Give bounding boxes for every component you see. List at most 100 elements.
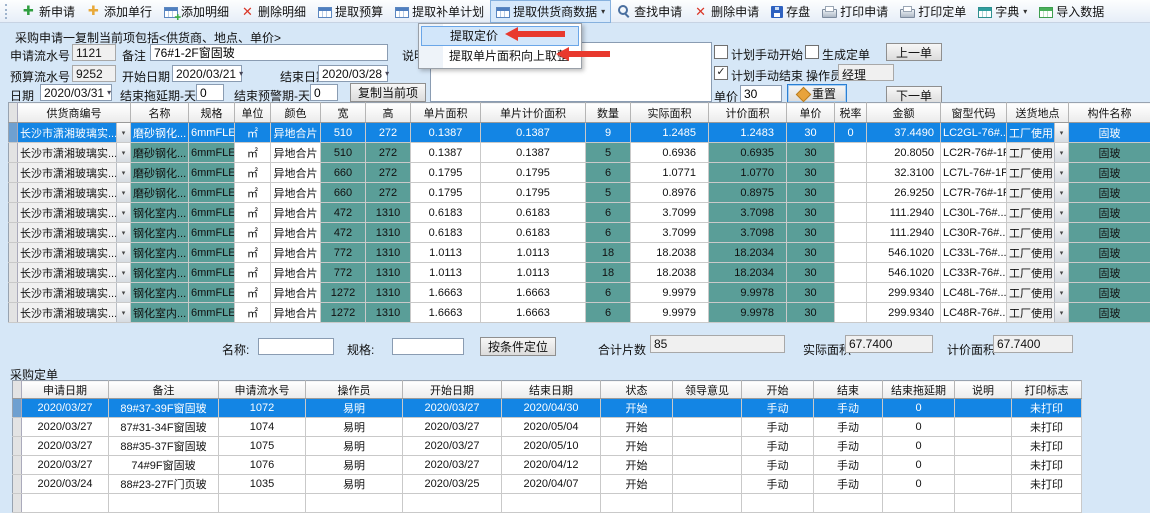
toolbar-button-9[interactable]: 删除申请 [688,0,765,23]
combo-cell[interactable]: 长沙市潇湘玻璃实...▾ [18,163,131,183]
table-row[interactable]: 2020/03/2788#35-37F窗固玻1075易明2020/03/2720… [13,437,1082,456]
table-cell [955,418,1012,437]
toolbar-button-7[interactable]: 提取供货商数据▾ [490,0,611,23]
table-cell: 472 [321,223,366,243]
combo-cell[interactable]: 长沙市潇湘玻璃实...▾ [18,243,131,263]
manual-end-checkbox[interactable]: ✓ [714,66,728,80]
reset-icon [796,87,812,103]
toolbar-button-6[interactable]: 提取补单计划 [389,0,490,23]
chevron-down-icon[interactable]: ▾ [116,223,130,242]
toolbar-button-13[interactable]: 字典▾ [972,0,1033,23]
table-cell [109,494,219,513]
chevron-down-icon[interactable]: ▾ [1054,303,1068,322]
chevron-down-icon[interactable]: ▾ [1054,263,1068,282]
chevron-down-icon[interactable]: ▾ [116,183,130,202]
table-cell: 30 [787,263,835,283]
table-cell: 510 [321,143,366,163]
combo-cell[interactable]: 工厂使用▾ [1007,123,1069,143]
chevron-down-icon[interactable]: ▾ [1054,283,1068,302]
chevron-down-icon[interactable]: ▾ [116,143,130,162]
table-row[interactable]: 长沙市潇湘玻璃实...▾钢化室内...6mmFLE...㎡异地合片4721310… [9,203,1150,223]
combo-cell[interactable]: 工厂使用▾ [1007,283,1069,303]
unit-price-input[interactable] [740,85,782,102]
combo-cell[interactable]: 工厂使用▾ [1007,143,1069,163]
table-cell: LC30R-76#... [941,223,1007,243]
chevron-down-icon[interactable]: ▾ [116,263,130,282]
chevron-down-icon[interactable]: ▾ [116,163,130,182]
toolbar-button-12[interactable]: 打印定单 [894,0,972,23]
toolbar-button-8[interactable]: 查找申请 [611,0,688,23]
chevron-down-icon[interactable]: ▾ [116,203,130,222]
gen-order-checkbox[interactable] [805,45,819,59]
date-dropdown[interactable]: 2020/03/31▾ [40,84,112,101]
filter-name-input[interactable] [258,338,334,355]
combo-cell[interactable]: 长沙市潇湘玻璃实...▾ [18,143,131,163]
toolbar-button-1[interactable]: 新申请 [16,0,81,23]
combo-cell[interactable]: 长沙市潇湘玻璃实...▾ [18,303,131,323]
reset-button[interactable]: 重置 [787,84,847,103]
chevron-down-icon[interactable]: ▾ [1054,143,1068,162]
combo-cell[interactable]: 长沙市潇湘玻璃实...▾ [18,283,131,303]
prev-order-button[interactable]: 上一单 [886,43,942,61]
chevron-down-icon[interactable]: ▾ [116,123,130,142]
copy-current-button[interactable]: 复制当前项 [350,83,426,102]
chevron-down-icon[interactable]: ▾ [116,283,130,302]
combo-cell[interactable]: 工厂使用▾ [1007,203,1069,223]
table-cell: 磨砂钢化... [131,183,189,203]
table-row[interactable]: 2020/03/2787#31-34F窗固玻1074易明2020/03/2720… [13,418,1082,437]
combo-cell[interactable]: 长沙市潇湘玻璃实...▾ [18,203,131,223]
combo-cell[interactable]: 工厂使用▾ [1007,303,1069,323]
table-cell: 6mmFLE... [189,163,235,183]
combo-cell[interactable]: 工厂使用▾ [1007,263,1069,283]
filter-spec-label: 规格: [347,341,374,358]
chevron-down-icon[interactable]: ▾ [116,243,130,262]
end-date-dropdown[interactable]: 2020/03/28▾ [318,65,388,82]
table-row[interactable]: 长沙市潇湘玻璃实...▾钢化室内...6mmFLE...㎡异地合片7721310… [9,243,1150,263]
delay-input[interactable] [196,84,224,101]
table-cell: 0.6183 [411,223,481,243]
chevron-down-icon[interactable]: ▾ [1054,163,1068,182]
chevron-down-icon[interactable]: ▾ [1054,203,1068,222]
chevron-down-icon[interactable]: ▾ [1054,223,1068,242]
combo-cell[interactable]: 工厂使用▾ [1007,183,1069,203]
combo-cell[interactable]: 工厂使用▾ [1007,163,1069,183]
filter-spec-input[interactable] [392,338,464,355]
combo-cell[interactable]: 工厂使用▾ [1007,223,1069,243]
toolbar-button-2[interactable]: 添加单行 [81,0,158,23]
table-row[interactable] [13,494,1082,513]
chevron-down-icon[interactable]: ▾ [1054,123,1068,142]
table-row[interactable]: 长沙市潇湘玻璃实...▾钢化室内...6mmFLE...㎡异地合片4721310… [9,223,1150,243]
combo-cell[interactable]: 长沙市潇湘玻璃实...▾ [18,123,131,143]
warn-input[interactable] [310,84,338,101]
table-row[interactable]: 长沙市潇湘玻璃实...▾磨砂钢化...6mmFLE...㎡异地合片6602720… [9,183,1150,203]
toolbar-button-3[interactable]: 添加明细 [158,0,235,23]
table-row[interactable]: 长沙市潇湘玻璃实...▾钢化室内...6mmFLE...㎡异地合片1272131… [9,283,1150,303]
remark-input[interactable] [150,44,388,61]
table-cell [673,399,742,418]
toolbar-button-11[interactable]: 打印申请 [816,0,894,23]
combo-value: 工厂使用 [1007,185,1054,201]
start-date-dropdown[interactable]: 2020/03/21▾ [172,65,242,82]
chevron-down-icon[interactable]: ▾ [1054,183,1068,202]
table-row[interactable]: 长沙市潇湘玻璃实...▾磨砂钢化...6mmFLE...㎡异地合片5102720… [9,143,1150,163]
combo-cell[interactable]: 长沙市潇湘玻璃实...▾ [18,183,131,203]
table-row[interactable]: 2020/03/2488#23-27F门页玻1035易明2020/03/2520… [13,475,1082,494]
table-row[interactable]: 长沙市潇湘玻璃实...▾钢化室内...6mmFLE...㎡异地合片1272131… [9,303,1150,323]
toolbar-button-10[interactable]: 存盘 [765,0,816,23]
table-row[interactable]: 长沙市潇湘玻璃实...▾钢化室内...6mmFLE...㎡异地合片7721310… [9,263,1150,283]
combo-cell[interactable]: 工厂使用▾ [1007,243,1069,263]
chevron-down-icon[interactable]: ▾ [116,303,130,322]
toolbar-button-5[interactable]: 提取预算 [312,0,389,23]
table-row[interactable]: 长沙市潇湘玻璃实...▾磨砂钢化...6mmFLE...㎡异地合片6602720… [9,163,1150,183]
locate-by-condition-button[interactable]: 按条件定位 [480,337,556,356]
manual-start-checkbox[interactable] [714,45,728,59]
combo-cell[interactable]: 长沙市潇湘玻璃实...▾ [18,263,131,283]
combo-cell[interactable]: 长沙市潇湘玻璃实...▾ [18,223,131,243]
table-row[interactable]: 2020/03/2774#9F窗固玻1076易明2020/03/272020/0… [13,456,1082,475]
toolbar-button-4[interactable]: 删除明细 [235,0,312,23]
chevron-down-icon[interactable]: ▾ [1054,243,1068,262]
toolbar-button-14[interactable]: 导入数据 [1033,0,1110,23]
table-row[interactable]: 长沙市潇湘玻璃实...▾磨砂钢化...6mmFLE...㎡异地合片5102720… [9,123,1150,143]
table-row[interactable]: 2020/03/2789#37-39F窗固玻1072易明2020/03/2720… [13,399,1082,418]
table-cell: 易明 [306,399,403,418]
